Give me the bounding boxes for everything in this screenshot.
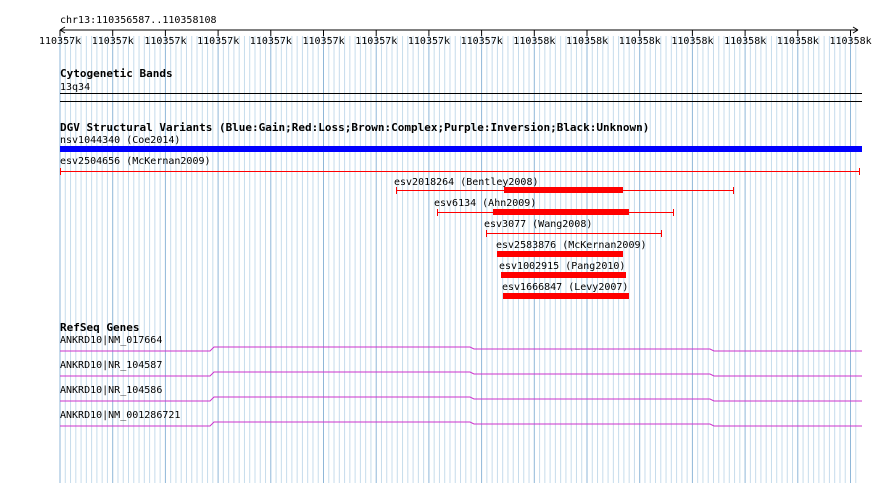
ruler-tick-label: 110357k — [355, 36, 398, 47]
dgv-feature-endcap — [733, 187, 734, 194]
dgv-feature-bar[interactable] — [501, 272, 626, 278]
dgv-feature-bar[interactable] — [493, 209, 629, 215]
ruler-tick-label: 110357k — [39, 36, 82, 47]
ruler-tick-label: 110358k — [776, 36, 819, 47]
refseq-gene-line — [60, 371, 862, 377]
dgv-feature-label[interactable]: esv1002915 (Pang2010) — [499, 261, 625, 272]
cytoband-line-bottom — [60, 101, 862, 102]
dgv-feature-bar[interactable] — [497, 251, 623, 257]
refseq-title: RefSeq Genes — [60, 321, 140, 334]
ruler-tick-label: 110357k — [197, 36, 240, 47]
ruler-tick-label: 110358k — [724, 36, 767, 47]
dgv-feature-endcap — [661, 230, 662, 237]
ruler-tick-label: 110357k — [249, 36, 292, 47]
dgv-feature-endcap — [859, 168, 860, 175]
cytoband-label[interactable]: 13q34 — [60, 82, 90, 93]
refseq-gene-model[interactable] — [0, 345, 890, 353]
ruler-tick-label: 110358k — [566, 36, 609, 47]
refseq-gene-line — [60, 421, 862, 427]
ruler-tick-label: 110357k — [460, 36, 503, 47]
ruler-tick-label: 110358k — [829, 36, 872, 47]
ruler-tick-label: 110357k — [91, 36, 134, 47]
refseq-gene-line — [60, 396, 862, 402]
ruler-tick-label: 110357k — [144, 36, 187, 47]
dgv-feature-line[interactable] — [60, 171, 860, 172]
dgv-feature-endcap — [486, 230, 487, 237]
dgv-feature-endcap — [60, 168, 61, 175]
dgv-feature-line[interactable] — [486, 233, 662, 234]
ruler-tick-label: 110358k — [671, 36, 714, 47]
refseq-gene-model[interactable] — [0, 420, 890, 428]
cytoband-line-top — [60, 93, 862, 94]
cytoband-title: Cytogenetic Bands — [60, 67, 173, 80]
ruler-tick-label: 110357k — [302, 36, 345, 47]
dgv-feature-endcap — [673, 209, 674, 216]
dgv-feature-label[interactable]: nsv1044340 (Coe2014) — [60, 135, 180, 146]
dgv-feature-endcap — [437, 209, 438, 216]
refseq-gene-line — [60, 346, 862, 352]
dgv-feature-label[interactable]: esv2583876 (McKernan2009) — [496, 240, 647, 251]
dgv-feature-bar[interactable] — [504, 187, 623, 193]
dgv-feature-bar[interactable] — [503, 293, 629, 299]
ruler-tick-label: 110358k — [513, 36, 556, 47]
dgv-feature-label[interactable]: esv1666847 (Levy2007) — [502, 282, 628, 293]
dgv-feature-endcap — [396, 187, 397, 194]
dgv-feature-label[interactable]: esv6134 (Ahn2009) — [434, 198, 536, 209]
ruler-tick-label: 110358k — [618, 36, 661, 47]
dgv-feature-label[interactable]: esv3077 (Wang2008) — [484, 219, 592, 230]
ruler-tick-label: 110357k — [407, 36, 451, 47]
dgv-title: DGV Structural Variants (Blue:Gain;Red:L… — [60, 121, 650, 134]
refseq-gene-model[interactable] — [0, 370, 890, 378]
refseq-gene-model[interactable] — [0, 395, 890, 403]
dgv-feature-label[interactable]: esv2504656 (McKernan2009) — [60, 156, 211, 167]
dgv-feature-bar[interactable] — [60, 146, 862, 152]
